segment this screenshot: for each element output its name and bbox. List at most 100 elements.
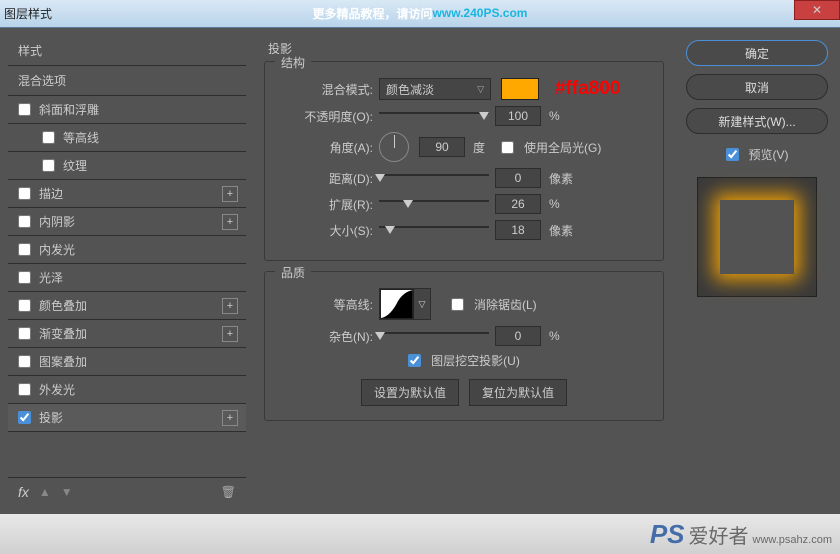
distance-unit: 像素 [549,170,573,187]
knockout-checkbox[interactable] [408,354,421,367]
new-style-button[interactable]: 新建样式(W)... [686,108,828,134]
close-icon: ✕ [812,3,822,17]
styles-panel: 样式 混合选项 斜面和浮雕等高线纹理描边+内阴影+内发光光泽颜色叠加+渐变叠加+… [8,36,246,506]
noise-input[interactable] [495,326,541,346]
style-item-2[interactable]: 纹理 [8,152,246,180]
style-checkbox[interactable] [18,355,31,368]
style-label: 颜色叠加 [39,297,87,314]
trash-icon[interactable]: 🗑 [221,485,236,499]
opacity-label: 不透明度(O): [277,108,373,125]
angle-dial[interactable] [379,132,409,162]
preview-checkbox[interactable] [726,148,739,161]
spread-row: 扩展(R): % [277,194,651,214]
style-label: 等高线 [63,129,99,146]
noise-row: 杂色(N): % [277,326,651,346]
style-item-9[interactable]: 图案叠加 [8,348,246,376]
style-label: 内阴影 [39,213,75,230]
style-checkbox[interactable] [18,411,31,424]
style-item-10[interactable]: 外发光 [8,376,246,404]
preview-label: 预览(V) [749,146,789,163]
style-item-0[interactable]: 斜面和浮雕 [8,96,246,124]
blend-mode-row: 混合模式: 颜色减淡 ▽ #ffa800 [277,78,651,100]
style-item-3[interactable]: 描边+ [8,180,246,208]
distance-slider[interactable] [379,171,489,185]
set-default-button[interactable]: 设置为默认值 [361,379,459,406]
style-checkbox[interactable] [18,215,31,228]
move-up-icon[interactable]: ▲ [39,485,51,499]
fx-menu-icon[interactable]: fx [18,484,29,500]
style-label: 内发光 [39,241,75,258]
style-checkbox[interactable] [42,159,55,172]
style-checkbox[interactable] [18,299,31,312]
contour-row: 等高线: ▽ 消除锯齿(L) [277,288,651,320]
style-item-5[interactable]: 内发光 [8,236,246,264]
style-item-7[interactable]: 颜色叠加 + [8,292,246,320]
spread-unit: % [549,197,560,211]
spread-slider[interactable] [379,197,489,211]
contour-label: 等高线: [277,296,373,313]
style-checkbox[interactable] [18,243,31,256]
cancel-button[interactable]: 取消 [686,74,828,100]
styles-header[interactable]: 样式 [8,36,246,66]
add-effect-icon[interactable]: + [222,410,238,426]
add-effect-icon[interactable]: + [222,214,238,230]
style-label: 斜面和浮雕 [39,101,99,118]
style-item-1[interactable]: 等高线 [8,124,246,152]
style-label: 外发光 [39,381,75,398]
opacity-input[interactable] [495,106,541,126]
preview-swatch [720,200,794,274]
add-effect-icon[interactable]: + [222,326,238,342]
style-checkbox[interactable] [18,271,31,284]
style-checkbox[interactable] [42,131,55,144]
noise-label: 杂色(N): [277,328,373,345]
close-button[interactable]: ✕ [794,0,840,20]
quality-legend: 品质 [275,264,311,281]
spread-input[interactable] [495,194,541,214]
angle-row: 角度(A): 度 使用全局光(G) [277,132,651,162]
size-input[interactable] [495,220,541,240]
move-down-icon[interactable]: ▼ [61,485,73,499]
action-panel: 确定 取消 新建样式(W)... 预览(V) [682,36,832,506]
angle-input[interactable] [419,137,465,157]
preview-toggle-row: 预览(V) [726,146,789,163]
noise-slider[interactable] [379,329,489,343]
style-checkbox[interactable] [18,383,31,396]
add-effect-icon[interactable]: + [222,186,238,202]
blend-color-swatch[interactable] [501,78,539,100]
style-item-4[interactable]: 内阴影 + [8,208,246,236]
distance-label: 距离(D): [277,170,373,187]
style-item-8[interactable]: 渐变叠加+ [8,320,246,348]
contour-picker[interactable]: ▽ [379,288,431,320]
contour-thumbnail [380,289,414,319]
knockout-label: 图层挖空投影(U) [431,352,520,369]
quality-fieldset: 品质 等高线: ▽ 消除锯齿(L) 杂色(N): % [264,271,664,421]
preview-box [697,177,817,297]
add-effect-icon[interactable]: + [222,298,238,314]
global-light-checkbox[interactable] [501,141,514,154]
antialias-label: 消除锯齿(L) [474,296,537,313]
style-label: 图案叠加 [39,353,87,370]
blend-mode-select[interactable]: 颜色减淡 ▽ [379,78,491,100]
antialias-checkbox[interactable] [451,298,464,311]
style-item-11[interactable]: 投影+ [8,404,246,432]
style-item-6[interactable]: 光泽 [8,264,246,292]
banner-text-2: www.240PS.com [433,6,528,20]
angle-label: 角度(A): [277,139,373,156]
ok-button[interactable]: 确定 [686,40,828,66]
structure-legend: 结构 [275,54,311,71]
banner-text-1: 更多精品教程，请访问 [313,5,433,22]
banner-overlay: 更多精品教程，请访问 www.240PS.com [0,0,840,26]
style-checkbox[interactable] [18,327,31,340]
window-title: 图层样式 [4,5,52,22]
blending-options[interactable]: 混合选项 [8,66,246,96]
dialog-body: 样式 混合选项 斜面和浮雕等高线纹理描边+内阴影+内发光光泽颜色叠加+渐变叠加+… [0,28,840,514]
opacity-unit: % [549,109,560,123]
distance-input[interactable] [495,168,541,188]
style-checkbox[interactable] [18,103,31,116]
opacity-slider[interactable] [379,109,489,123]
distance-row: 距离(D): 像素 [277,168,651,188]
size-slider[interactable] [379,223,489,237]
style-checkbox[interactable] [18,187,31,200]
reset-default-button[interactable]: 复位为默认值 [469,379,567,406]
effect-settings-panel: 投影 结构 混合模式: 颜色减淡 ▽ #ffa800 不透明度(O): % [254,36,674,506]
